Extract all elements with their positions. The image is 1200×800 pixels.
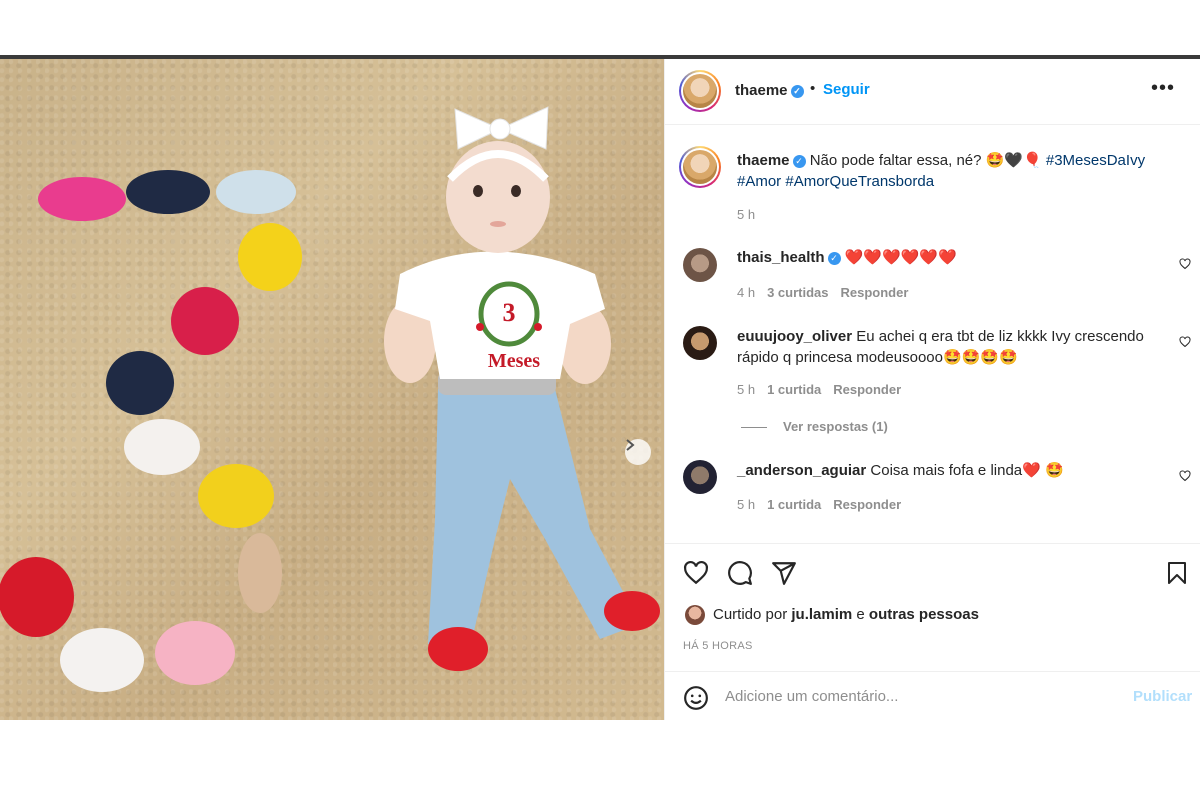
share-icon[interactable]: [771, 560, 797, 586]
follow-button[interactable]: Seguir: [823, 81, 870, 98]
chevron-right-icon: [626, 439, 635, 451]
comment-likes[interactable]: 1 curtida: [767, 382, 821, 397]
save-bookmark-icon[interactable]: [1165, 560, 1189, 586]
reply-button[interactable]: Responder: [833, 497, 901, 512]
more-options-icon[interactable]: •••: [1151, 77, 1175, 100]
like-comment-icon[interactable]: [1179, 336, 1191, 348]
reply-button[interactable]: Responder: [841, 285, 909, 300]
comment-meta: 5 h 1 curtida Responder: [737, 497, 901, 512]
onesie-text: Meses: [488, 350, 540, 372]
liker-avatar[interactable]: [685, 605, 705, 625]
comment-meta: 5 h 1 curtida Responder: [737, 382, 901, 397]
comment-text: _anderson_aguiar Coisa mais fofa e linda…: [737, 460, 1064, 481]
hashtag[interactable]: #Amor: [737, 173, 781, 190]
like-icon[interactable]: [683, 560, 709, 586]
photo-illustration: 3 Meses: [0, 106, 660, 692]
comment-body: Eu achei q era tbt de liz kkkk Ivy cresc…: [856, 328, 1144, 345]
hashtag[interactable]: #AmorQueTransborda: [785, 173, 934, 190]
comment-username[interactable]: _anderson_aguiar: [737, 462, 866, 479]
caption-username[interactable]: thaeme: [737, 152, 790, 169]
comment-username[interactable]: thais_health: [737, 249, 825, 266]
comment-time[interactable]: 5 h: [737, 497, 755, 512]
comment-bar: Adicione um comentário... Publicar: [665, 671, 1200, 722]
post-panel: thaeme ✓ • Seguir ••• thaeme ✓ Não pode fa…: [664, 59, 1200, 720]
view-replies-button[interactable]: Ver respostas (1): [741, 419, 888, 434]
caption-avatar[interactable]: [679, 146, 721, 188]
onesie-number: 3: [503, 298, 516, 327]
verified-icon: ✓: [827, 251, 841, 265]
comment-body-cont: rápido q princesa modeusoooo🤩🤩🤩🤩: [737, 349, 1018, 366]
comment-meta: 4 h 3 curtidas Responder: [737, 285, 908, 300]
comment-avatar[interactable]: [683, 460, 717, 494]
emoji-icon[interactable]: [683, 685, 709, 711]
comment-text: euuujooy_oliver Eu achei q era tbt de li…: [737, 326, 1167, 368]
comment-likes[interactable]: 1 curtida: [767, 497, 821, 512]
reply-button[interactable]: Responder: [833, 382, 901, 397]
baby-shoes: [0, 170, 302, 692]
others-link[interactable]: outras pessoas: [869, 606, 979, 623]
comment-body: Coisa mais fofa e linda❤️ 🤩: [870, 462, 1064, 479]
comment-username[interactable]: euuujooy_oliver: [737, 328, 852, 345]
author-avatar[interactable]: [679, 70, 721, 112]
comment-time[interactable]: 5 h: [737, 382, 755, 397]
baby: [384, 106, 660, 671]
comment-body: ❤️❤️❤️❤️❤️❤️: [844, 249, 957, 266]
comment-avatar[interactable]: [683, 326, 717, 360]
comment-avatar[interactable]: [683, 248, 717, 282]
liker-username[interactable]: ju.lamim: [791, 606, 852, 623]
divider-line: [741, 427, 767, 429]
carousel-next-button[interactable]: [625, 439, 651, 465]
post-actions: Curtido por ju.lamim e outras pessoas HÁ…: [665, 543, 1200, 721]
publish-button[interactable]: Publicar: [1133, 688, 1192, 705]
comment-icon[interactable]: [727, 560, 753, 586]
verified-icon: ✓: [790, 84, 804, 98]
comment-text: thais_health ✓ ❤️❤️❤️❤️❤️❤️: [737, 247, 957, 268]
post-timestamp[interactable]: HÁ 5 HORAS: [683, 640, 753, 652]
separator-dot: •: [810, 80, 816, 97]
likes-summary: Curtido por ju.lamim e outras pessoas: [713, 606, 979, 623]
like-comment-icon[interactable]: [1179, 258, 1191, 270]
like-comment-icon[interactable]: [1179, 470, 1191, 482]
comment-input[interactable]: Adicione um comentário...: [725, 688, 898, 705]
caption-body: Não pode faltar essa, né? 🤩🖤🎈: [809, 152, 1042, 169]
caption-time[interactable]: 5 h: [737, 207, 755, 222]
verified-icon: ✓: [792, 154, 806, 168]
comment-likes[interactable]: 3 curtidas: [767, 285, 828, 300]
post-photo[interactable]: 3 Meses: [0, 59, 664, 720]
hashtag[interactable]: #3MesesDaIvy: [1046, 152, 1145, 169]
caption-text: thaeme ✓ Não pode faltar essa, né? 🤩🖤🎈 #3…: [737, 150, 1187, 192]
comment-time[interactable]: 4 h: [737, 285, 755, 300]
post-header: thaeme ✓ • Seguir •••: [665, 59, 1200, 125]
author-username[interactable]: thaeme ✓: [735, 82, 804, 99]
